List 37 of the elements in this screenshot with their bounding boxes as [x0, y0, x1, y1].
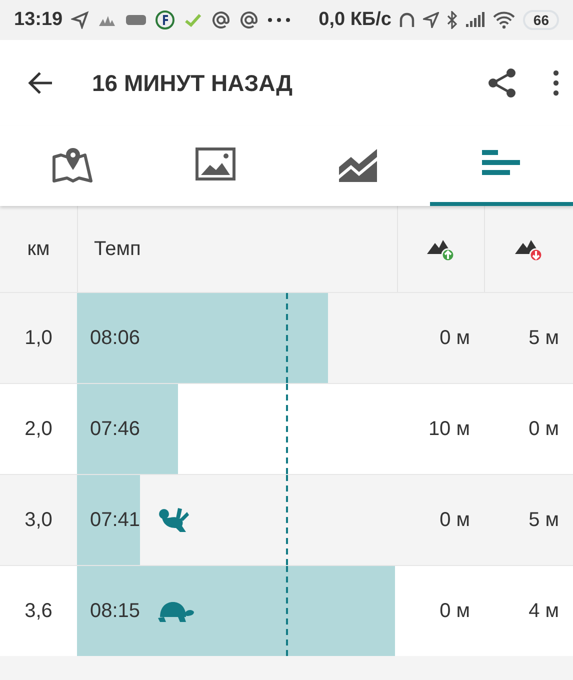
overflow-menu-icon[interactable] [553, 70, 559, 96]
table-cell-text: 2,0 [24, 417, 52, 442]
table-cell-text: 1,0 [24, 326, 52, 351]
table-cell-text: 07:46 [90, 417, 140, 442]
at-sign-icon [238, 10, 259, 30]
column-header: Темп [94, 237, 141, 262]
share-icon[interactable] [487, 67, 517, 99]
table-cell-text: 07:41 [90, 508, 140, 533]
turtle-icon [156, 599, 196, 623]
battery-indicator: 66 [523, 10, 559, 30]
table-cell-text: 5 м [528, 326, 559, 351]
navigation-icon [70, 11, 89, 29]
table-cell-text: 5 м [528, 508, 559, 533]
table-cell-text: 08:15 [90, 599, 140, 624]
column-header: км [27, 237, 50, 262]
at-sign-icon [210, 10, 231, 30]
location-arrow-icon [423, 12, 440, 28]
screen-title: 16 МИНУТ НАЗАД [92, 68, 292, 98]
more-icon [266, 17, 291, 23]
table-cell-text: 08:06 [90, 326, 140, 351]
table-cell-text: 0 м [440, 599, 470, 624]
table-cell-text: 3,6 [24, 599, 52, 624]
headphones-icon [399, 11, 416, 29]
wifi-icon [493, 11, 516, 29]
check-icon [182, 12, 203, 28]
table-cell-text: 0 м [440, 508, 470, 533]
table-cell-text: 0 м [528, 417, 559, 442]
clock-text: 13:19 [14, 8, 63, 32]
letter-f-icon [154, 10, 175, 30]
table-cell-text: 0 м [440, 326, 470, 351]
table-cell-text: 4 м [528, 599, 559, 624]
back-arrow-icon[interactable] [28, 71, 54, 95]
bluetooth-icon [447, 11, 458, 29]
table-cell-text: 10 м [428, 417, 470, 442]
network-speed-text: 0,0 КБ/с [318, 8, 392, 32]
table-cell-text: 3,0 [24, 508, 52, 533]
signal-icon [465, 12, 486, 28]
